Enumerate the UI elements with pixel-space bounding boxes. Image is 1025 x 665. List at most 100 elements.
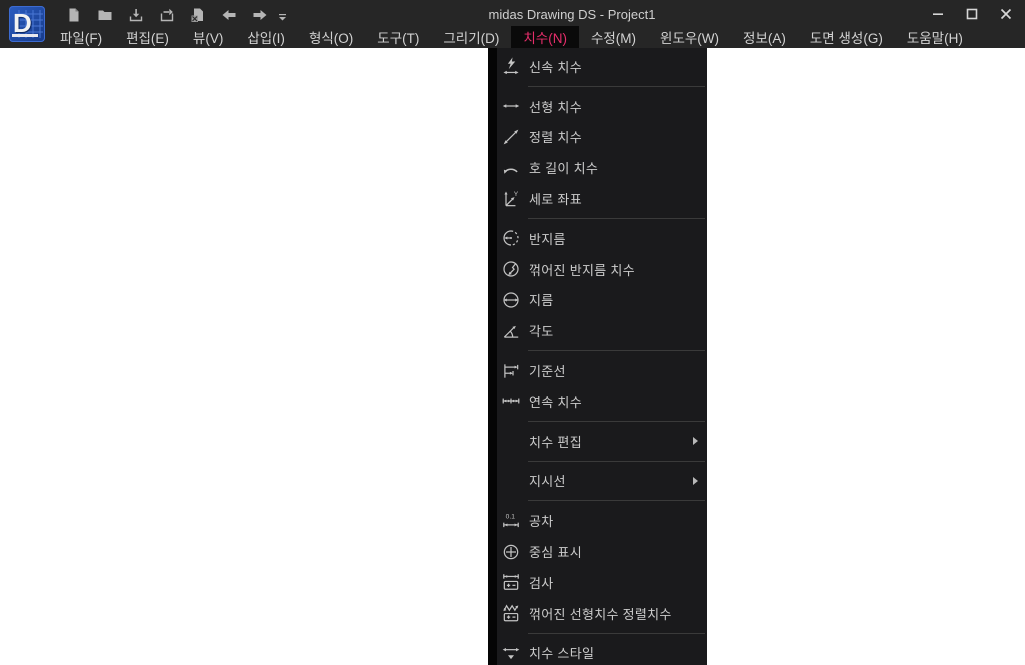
dimension-dropdown-menu: 신속 치수 선형 치수 정렬 치수 호 길이 치수 Y 세로 좌표 반지름 꺾어… xyxy=(488,48,707,665)
back-arrow-icon xyxy=(222,10,235,20)
continue-dimension-icon xyxy=(500,391,522,411)
maximize-icon xyxy=(966,8,978,20)
jogged-linear-aligned-icon xyxy=(500,603,522,623)
menu-item-inspection[interactable]: 검사 xyxy=(497,567,707,598)
menu-item-continue-dimension[interactable]: 연속 치수 xyxy=(497,386,707,417)
menu-separator xyxy=(528,85,705,87)
svg-text:0.1: 0.1 xyxy=(506,513,516,520)
menu-item-label: 반지름 xyxy=(529,231,566,247)
export-image-icon xyxy=(191,8,203,22)
jogged-radius-dimension-icon xyxy=(500,259,522,279)
quick-dimension-icon xyxy=(500,56,522,76)
menu-item-linear-dimension[interactable]: 선형 치수 xyxy=(497,91,707,122)
menubar-item-format[interactable]: 형식(O) xyxy=(297,26,365,48)
new-document-icon xyxy=(69,8,78,22)
menubar-item-tools[interactable]: 도구(T) xyxy=(365,26,431,48)
window-title: midas Drawing DS - Project1 xyxy=(488,7,656,22)
menu-item-aligned-dimension[interactable]: 정렬 치수 xyxy=(497,122,707,153)
menu-item-label: 치수 스타일 xyxy=(529,646,595,662)
menu-item-label: 꺾어진 반지름 치수 xyxy=(529,262,635,278)
menu-item-label: 연속 치수 xyxy=(529,394,582,410)
window-controls xyxy=(921,0,1023,28)
menu-item-label: 정렬 치수 xyxy=(529,130,582,146)
menubar-item-help[interactable]: 도움말(H) xyxy=(895,26,975,48)
menu-item-label: 공차 xyxy=(529,514,554,530)
menu-item-label: 신속 치수 xyxy=(529,59,582,75)
menubar-item-window[interactable]: 윈도우(W) xyxy=(648,26,731,48)
tolerance-icon: 0.1 xyxy=(500,511,522,531)
menu-item-label: 각도 xyxy=(529,324,554,340)
menu-item-dimension-edit[interactable]: 치수 편집 xyxy=(497,426,707,457)
menubar-item-file[interactable]: 파일(F) xyxy=(48,26,114,48)
menu-item-jogged-radius-dimension[interactable]: 꺾어진 반지름 치수 xyxy=(497,254,707,285)
menu-item-arc-length-dimension[interactable]: 호 길이 치수 xyxy=(497,152,707,183)
aligned-dimension-icon xyxy=(500,127,522,147)
menubar: 파일(F) 편집(E) 뷰(V) 삽입(I) 형식(O) 도구(T) 그리기(D… xyxy=(48,26,975,48)
menu-item-label: 치수 편집 xyxy=(529,434,582,450)
menubar-item-drawing-generation[interactable]: 도면 생성(G) xyxy=(798,26,895,48)
close-button[interactable] xyxy=(989,0,1023,28)
menu-item-label: 호 길이 치수 xyxy=(529,161,599,177)
menu-item-tolerance[interactable]: 0.1 공차 xyxy=(497,505,707,536)
menu-item-center-mark[interactable]: 중심 표시 xyxy=(497,536,707,567)
menu-item-jogged-linear-aligned[interactable]: 꺾어진 선형치수 정렬치수 xyxy=(497,598,707,629)
save-button[interactable] xyxy=(120,4,151,26)
menu-separator xyxy=(528,460,705,462)
submenu-arrow-icon xyxy=(693,476,698,485)
menubar-item-modify[interactable]: 수정(M) xyxy=(579,26,648,48)
center-mark-icon xyxy=(500,542,522,562)
diameter-dimension-icon xyxy=(500,290,522,310)
menu-item-dimension-style[interactable]: 치수 스타일 xyxy=(497,638,707,665)
radius-dimension-icon xyxy=(500,228,522,248)
menu-separator xyxy=(528,420,705,422)
menu-item-label: 세로 좌표 xyxy=(529,192,582,208)
menu-item-label: 검사 xyxy=(529,575,554,591)
menubar-item-edit[interactable]: 편집(E) xyxy=(114,26,181,48)
export-image-button[interactable] xyxy=(182,4,213,26)
toolbar-overflow-icon xyxy=(278,14,286,21)
open-folder-button[interactable] xyxy=(89,4,120,26)
menubar-item-draw[interactable]: 그리기(D) xyxy=(431,26,511,48)
menubar-item-view[interactable]: 뷰(V) xyxy=(181,26,235,48)
menubar-item-info[interactable]: 정보(A) xyxy=(731,26,798,48)
menu-item-radius-dimension[interactable]: 반지름 xyxy=(497,223,707,254)
save-as-button[interactable] xyxy=(151,4,182,26)
menu-item-leader[interactable]: 지시선 xyxy=(497,466,707,497)
ordinate-dimension-icon: Y xyxy=(500,189,522,209)
open-folder-icon xyxy=(98,10,111,20)
menu-separator xyxy=(528,350,705,352)
dimension-style-icon xyxy=(500,643,522,663)
save-icon xyxy=(129,9,142,22)
baseline-dimension-icon xyxy=(500,361,522,381)
menu-item-diameter-dimension[interactable]: 지름 xyxy=(497,285,707,316)
menu-item-label: 지시선 xyxy=(529,474,566,490)
menubar-item-insert[interactable]: 삽입(I) xyxy=(235,26,297,48)
menubar-item-dimension[interactable]: 치수(N) xyxy=(511,26,579,48)
quick-access-toolbar xyxy=(58,3,289,27)
svg-text:Y: Y xyxy=(514,191,519,198)
app-logo-icon[interactable]: D xyxy=(9,6,45,42)
toolbar-overflow-button[interactable] xyxy=(275,6,289,24)
minimize-icon xyxy=(933,13,943,15)
back-button[interactable] xyxy=(213,4,244,26)
title-and-menu-bar: D midas Drawing DS - Project1 파일(F) 편집(E… xyxy=(0,0,1025,48)
menu-item-label: 지름 xyxy=(529,293,554,309)
menu-item-label: 꺾어진 선형치수 정렬치수 xyxy=(529,606,672,622)
application-window: D midas Drawing DS - Project1 파일(F) 편집(E… xyxy=(0,0,1025,665)
save-as-icon xyxy=(160,8,173,22)
menu-item-baseline-dimension[interactable]: 기준선 xyxy=(497,355,707,386)
menu-item-quick-dimension[interactable]: 신속 치수 xyxy=(497,51,707,82)
menu-item-angle-dimension[interactable]: 각도 xyxy=(497,315,707,346)
menu-separator xyxy=(528,217,705,219)
maximize-button[interactable] xyxy=(955,0,989,28)
menu-item-label: 선형 치수 xyxy=(529,99,582,115)
submenu-arrow-icon xyxy=(693,437,698,446)
inspection-icon xyxy=(500,572,522,592)
new-document-button[interactable] xyxy=(58,4,89,26)
linear-dimension-icon xyxy=(500,96,522,116)
close-icon xyxy=(1000,8,1012,20)
menu-separator xyxy=(528,500,705,502)
forward-button[interactable] xyxy=(244,4,275,26)
menu-item-ordinate-dimension[interactable]: Y 세로 좌표 xyxy=(497,183,707,214)
minimize-button[interactable] xyxy=(921,0,955,28)
